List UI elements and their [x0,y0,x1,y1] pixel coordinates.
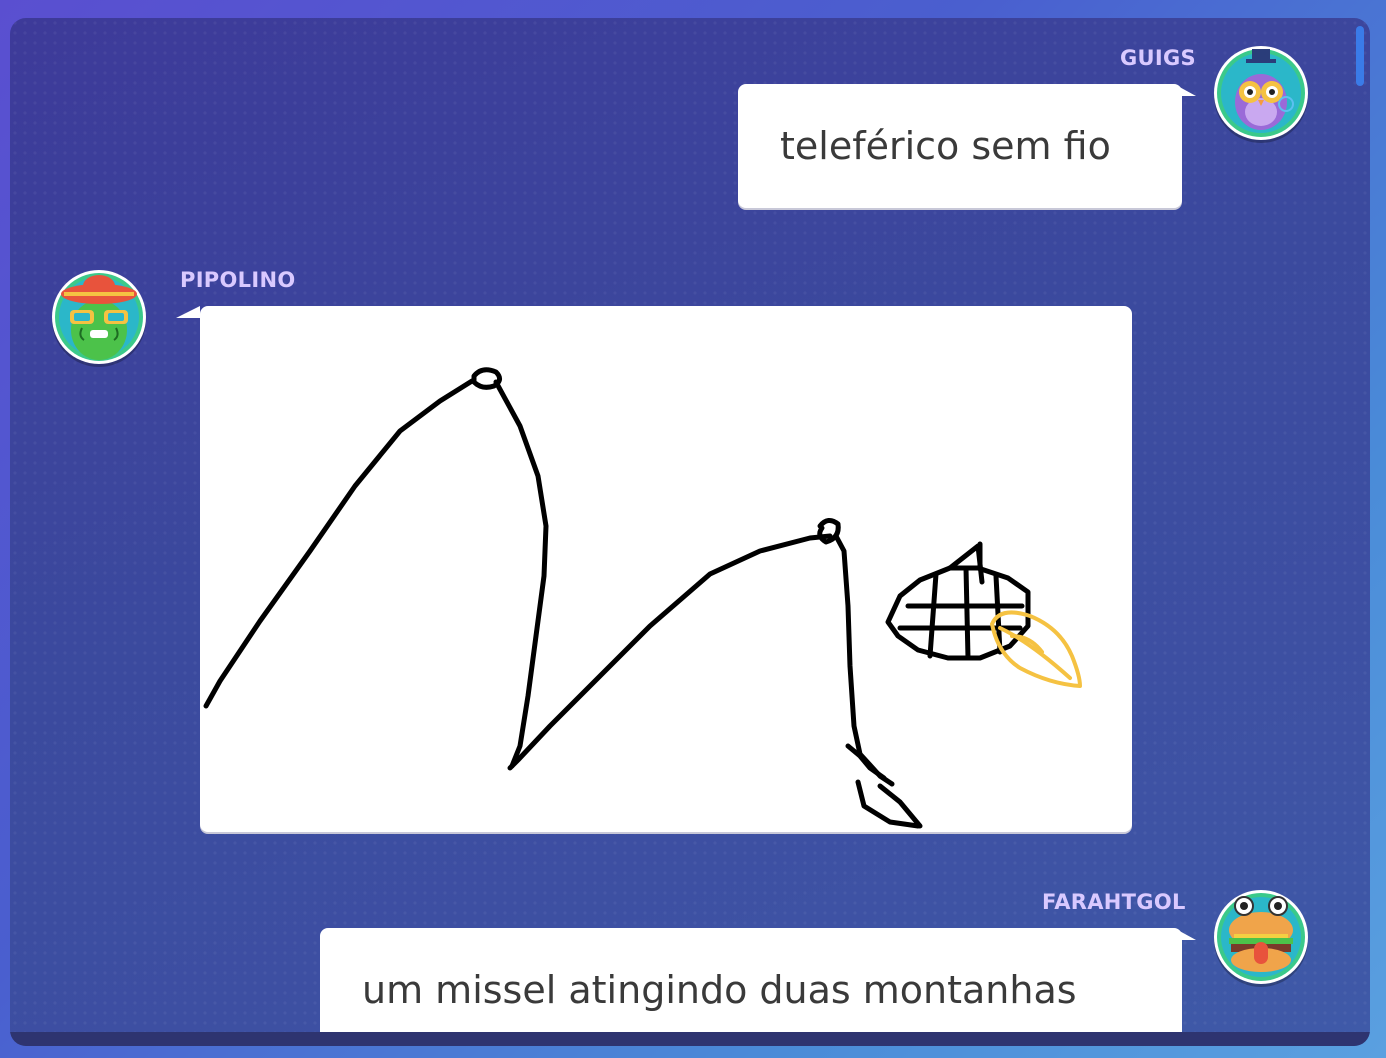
message-bubble: um missel atingindo duas montanhas [320,928,1196,1046]
cactus-avatar[interactable] [52,270,146,364]
scrollbar-thumb[interactable] [1356,26,1364,86]
owl-avatar[interactable] [1214,46,1308,140]
message-username: PIPOLINO [180,268,296,292]
drawing-bubble[interactable] [176,306,1132,832]
message-username: FARAHTGOL [1042,890,1186,914]
message-text: teleférico sem fio [780,124,1111,168]
burger-avatar[interactable] [1214,890,1308,984]
message-username: GUIGS [1120,46,1196,70]
bubble-tail [176,306,200,318]
panel-bottom-edge [10,1032,1370,1046]
cable-car-mountains-drawing [203,367,1082,829]
message-text: um missel atingindo duas montanhas [362,968,1077,1012]
chat-panel: GUIGS teleférico sem fio PIPOLINO FARAHT… [10,18,1370,1046]
message-bubble: teleférico sem fio [738,84,1196,208]
